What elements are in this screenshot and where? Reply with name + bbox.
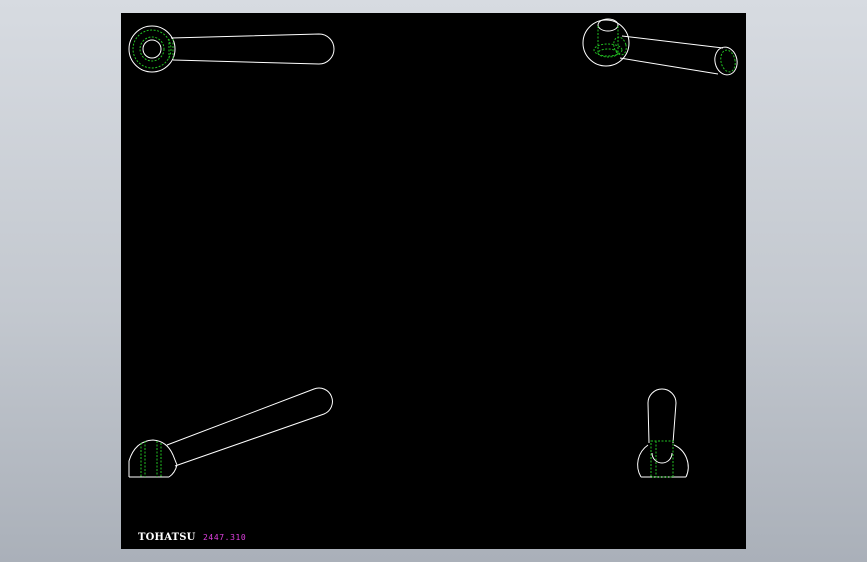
title-block-part-number: 2447.310 — [203, 533, 247, 542]
iso-view-bottom-bore — [597, 48, 619, 58]
front-view[interactable] — [128, 387, 333, 478]
front-view-arm-outline — [166, 387, 333, 467]
top-view-hub-chamfer — [132, 29, 172, 69]
iso-view-arm-outline — [619, 35, 724, 75]
top-view-bore — [142, 39, 162, 59]
iso-view-hub-outer — [582, 19, 630, 67]
top-view-hub-outer — [128, 25, 176, 73]
isometric-view[interactable] — [582, 18, 740, 77]
title-block-brand: TOHATSU — [138, 532, 196, 543]
top-view-arm-outline — [170, 33, 335, 65]
top-view[interactable] — [128, 25, 335, 73]
side-view[interactable] — [637, 388, 689, 478]
iso-view-top-bore — [597, 18, 619, 32]
side-view-hub-outline — [637, 444, 689, 478]
top-view-bore-hidden — [139, 36, 165, 62]
cad-viewport[interactable]: TOHATSU 2447.310 — [121, 13, 746, 549]
side-view-bore-arc — [651, 452, 673, 464]
front-view-hub-outline — [128, 439, 178, 478]
side-view-arm-outline — [647, 388, 677, 444]
drawing-canvas — [128, 18, 740, 478]
